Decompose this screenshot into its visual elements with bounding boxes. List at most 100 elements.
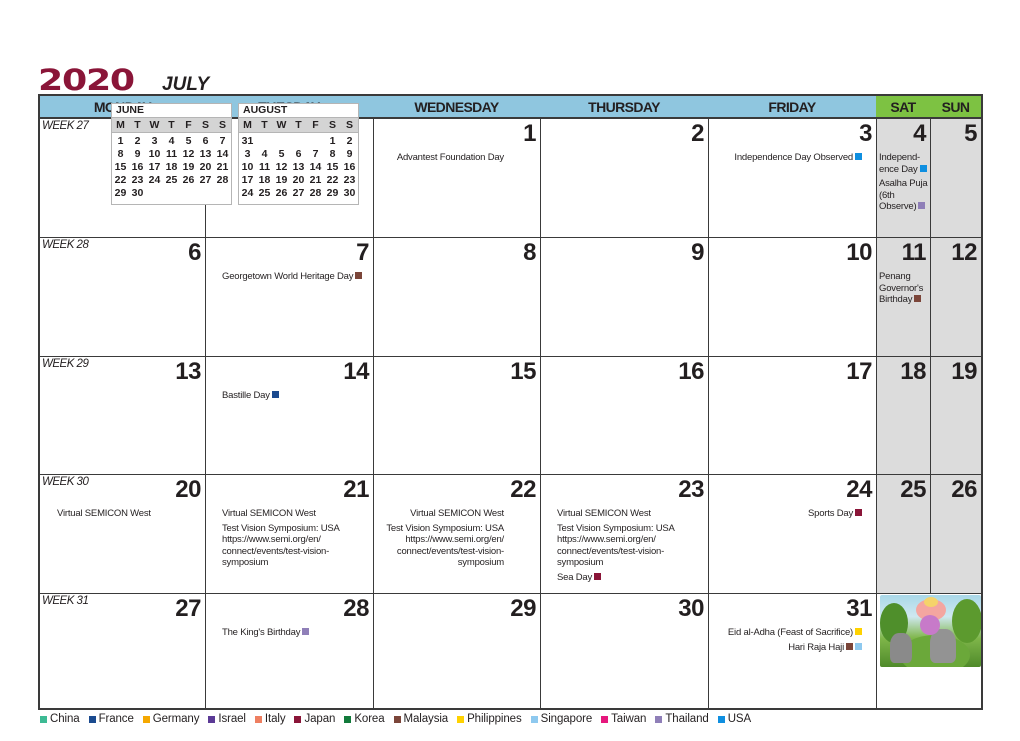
day-cell-28[interactable]: 28 The King's Birthday — [205, 593, 373, 710]
day-cell-12[interactable]: 12 — [930, 237, 981, 356]
mini-date: 13 — [199, 148, 212, 160]
event-item[interactable]: Virtual SEMICON West — [373, 508, 504, 520]
day-cell-7[interactable]: 7 Georgetown World Heritage Day — [205, 237, 373, 356]
day-cell-4[interactable]: 4 Independ-ence Day Asalha Puja (6th Obser… — [876, 118, 930, 237]
mini-date: 15 — [114, 161, 127, 173]
mini-calendar-dates: 31 1 2 3 4 5 6 7 8 9 10 11 12 13 14 15 16 17 18 19 20 21 22 23 2… — [239, 133, 358, 200]
legend-label: Israel — [218, 713, 246, 725]
weekday-letter: T — [134, 119, 141, 131]
day-number: 14 — [343, 358, 369, 385]
legend-swatch-icon — [717, 715, 725, 723]
event-item[interactable]: Sports Day — [808, 508, 862, 520]
event-item[interactable]: Virtual SEMICON West — [57, 508, 199, 520]
event-item[interactable]: Sea Day — [557, 572, 702, 584]
mini-calendar-weekdays: MTWTFSS — [112, 117, 231, 133]
legend-item-israel: Israel — [208, 713, 246, 725]
mini-date — [146, 187, 163, 200]
legend-swatch-icon — [393, 715, 401, 723]
day-number: 4 — [913, 120, 926, 147]
event-item[interactable]: Bastille Day — [222, 390, 367, 402]
week-label: WEEK 29 — [42, 358, 89, 370]
event-item[interactable]: Advantest Foundation Day — [397, 152, 504, 164]
day-cell-11[interactable]: 11 Penang Governor's Birthday — [876, 237, 930, 356]
event-item[interactable]: Virtual SEMICON West — [557, 508, 702, 520]
mini-date — [163, 187, 180, 200]
day-cell-16[interactable]: 16 — [540, 356, 708, 474]
event-item[interactable]: Eid al-Adha (Feast of Sacrifice) — [728, 627, 862, 639]
event-item[interactable]: Georgetown World Heritage Day — [222, 271, 367, 283]
day-cell-29[interactable]: 29 — [373, 593, 540, 710]
legend-label: Italy — [264, 713, 286, 725]
day-cell-8[interactable]: 8 — [373, 237, 540, 356]
event-item[interactable]: Hari Raja Haji — [728, 642, 862, 654]
mini-date: 8 — [329, 148, 336, 160]
day-cell-17[interactable]: 17 — [708, 356, 876, 474]
day-cell-18[interactable]: 18 — [876, 356, 930, 474]
day-cell-25[interactable]: 25 — [876, 474, 930, 593]
event-item[interactable]: Asalha Puja (6th Observe) — [879, 178, 928, 213]
legend-item-malaysia: Malaysia — [393, 713, 448, 725]
illustration-detail — [924, 597, 938, 607]
day-cell-23[interactable]: 23 Virtual SEMICON West Test Vision Sympos… — [540, 474, 708, 593]
day-cell-1[interactable]: 1 Advantest Foundation Day — [373, 118, 540, 237]
legend-swatch-icon — [88, 715, 96, 723]
mini-date: 27 — [292, 187, 305, 199]
mini-date: 29 — [326, 187, 339, 199]
mini-date: 23 — [343, 174, 356, 186]
mini-calendar-june: JUNE M T W T F S S 1 2 3 4 5 6 7 8 9 10 11 12 13 14 15 16 17 18 19… — [111, 103, 232, 205]
event-text: Test Vision Symposium: USA https://www.s… — [222, 522, 340, 569]
mini-date: 20 — [199, 161, 212, 173]
day-number: 20 — [175, 476, 201, 503]
day-cell-2[interactable]: 2 — [540, 118, 708, 237]
event-item[interactable]: The King's Birthday — [222, 627, 367, 639]
day-number: 29 — [510, 595, 536, 622]
mini-date: 1 — [117, 135, 124, 147]
event-item[interactable]: Independence Day Observed — [734, 152, 862, 164]
day-cell-31[interactable]: 31 Eid al-Adha (Feast of Sacrifice) Hari R… — [708, 593, 876, 710]
illustration-image — [880, 595, 981, 667]
day-cell-20[interactable]: WEEK 30 20 Virtual SEMICON West — [40, 474, 205, 593]
day-cell-5[interactable]: 5 — [930, 118, 981, 237]
day-cell-9[interactable]: 9 — [540, 237, 708, 356]
event-item[interactable]: Test Vision Symposium: USA https://www.s… — [373, 523, 504, 569]
mini-date: 7 — [312, 148, 319, 160]
day-cell-14[interactable]: 14 Bastille Day — [205, 356, 373, 474]
day-cell-26[interactable]: 26 — [930, 474, 981, 593]
country-marker-malaysia-icon — [355, 272, 363, 279]
day-number: 3 — [859, 120, 872, 147]
event-item[interactable]: Virtual SEMICON West — [222, 508, 367, 520]
calendar-grid: MONDAYTUESDAYWEDNESDAYTHURSDAYFRIDAYSATS… — [38, 94, 983, 710]
day-cell-21[interactable]: 21 Virtual SEMICON West Test Vision Sympos… — [205, 474, 373, 593]
day-cell-22[interactable]: 22 Virtual SEMICON West Test Vision Sympos… — [373, 474, 540, 593]
mini-date: 3 — [244, 148, 251, 160]
day-cell-27[interactable]: WEEK 31 27 — [40, 593, 205, 710]
mini-date: 22 — [114, 174, 127, 186]
day-number: 18 — [900, 358, 926, 385]
event-text: Test Vision Symposium: USA https://www.s… — [557, 522, 675, 569]
mini-date: 30 — [343, 187, 356, 199]
event-item[interactable]: Penang Governor's Birthday — [879, 271, 928, 306]
weekday-letter: T — [168, 119, 175, 131]
mini-date: 29 — [114, 187, 127, 199]
event-item[interactable]: Test Vision Symposium: USA https://www.s… — [222, 523, 367, 569]
day-cell-10[interactable]: 10 — [708, 237, 876, 356]
mini-date: 19 — [275, 174, 288, 186]
mini-date: 26 — [275, 187, 288, 199]
day-cell-24[interactable]: 24 Sports Day — [708, 474, 876, 593]
day-cell-15[interactable]: 15 — [373, 356, 540, 474]
day-cell-3[interactable]: 3 Independence Day Observed — [708, 118, 876, 237]
day-number: 17 — [846, 358, 872, 385]
event-text: Georgetown World Heritage Day — [222, 271, 354, 282]
event-item[interactable]: Independ-ence Day — [879, 152, 928, 175]
day-cell-13[interactable]: WEEK 29 13 — [40, 356, 205, 474]
day-cell-6[interactable]: WEEK 28 6 — [40, 237, 205, 356]
legend-item-thailand: Thailand — [655, 713, 709, 725]
mini-date: 15 — [326, 161, 339, 173]
mini-date: 4 — [261, 148, 268, 160]
legend-item-japan: Japan — [294, 713, 335, 725]
mini-date: 1 — [329, 135, 336, 147]
event-item[interactable]: Test Vision Symposium: USA https://www.s… — [557, 523, 702, 569]
day-cell-19[interactable]: 19 — [930, 356, 981, 474]
legend-label: Germany — [152, 713, 200, 725]
day-cell-30[interactable]: 30 — [540, 593, 708, 710]
